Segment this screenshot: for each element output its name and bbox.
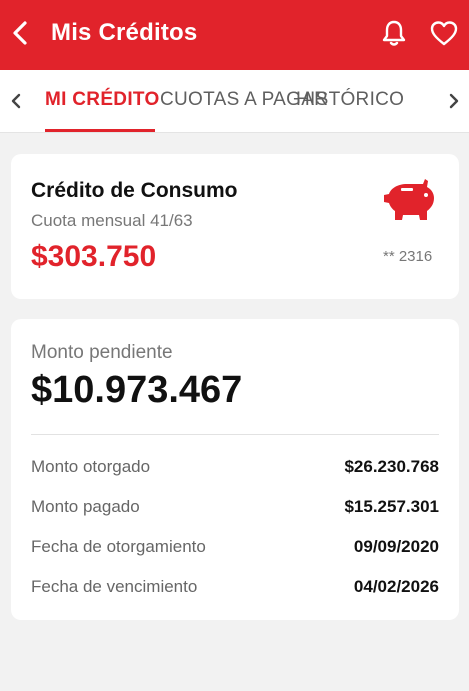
row-label: Monto pagado (31, 497, 140, 516)
active-tab-indicator (45, 129, 155, 132)
summary-row-due-date: Fecha de vencimiento 04/02/2026 (31, 577, 439, 601)
account-number: ** 2316 (383, 248, 433, 265)
row-label: Fecha de otorgamiento (31, 537, 206, 556)
row-value: 09/09/2020 (353, 537, 439, 556)
heart-icon[interactable] (429, 19, 459, 47)
chevron-right-icon[interactable] (444, 90, 464, 112)
tab-historico[interactable]: HISTÓRICO (296, 89, 404, 111)
row-value: $26.230.768 (344, 457, 439, 476)
summary-row-paid: Monto pagado $15.257.301 (31, 497, 439, 521)
row-value: 04/02/2026 (353, 577, 439, 596)
installment-amount: $303.750 (31, 240, 157, 273)
pending-amount: $10.973.467 (31, 369, 243, 411)
row-label: Monto otorgado (31, 457, 151, 476)
bell-icon[interactable] (380, 19, 408, 47)
summary-card: Monto pendiente $10.973.467 Monto otorga… (11, 319, 459, 620)
installment-text: Cuota mensual 41/63 (31, 211, 193, 230)
chevron-left-icon[interactable] (8, 18, 32, 48)
chevron-left-icon[interactable] (6, 90, 26, 112)
tab-mi-credito[interactable]: MI CRÉDITO (45, 89, 160, 111)
divider (31, 434, 439, 435)
piggy-bank-icon (383, 178, 435, 226)
row-value: $15.257.301 (344, 497, 439, 516)
app-bar: Mis Créditos (0, 0, 469, 70)
summary-row-granted: Monto otorgado $26.230.768 (31, 457, 439, 481)
summary-row-grant-date: Fecha de otorgamiento 09/09/2020 (31, 537, 439, 561)
page-title: Mis Créditos (51, 19, 198, 46)
row-label: Fecha de vencimiento (31, 577, 198, 596)
tab-bar: MI CRÉDITO CUOTAS A PAGAR HISTÓRICO (0, 70, 469, 133)
credit-card[interactable]: Crédito de Consumo Cuota mensual 41/63 $… (11, 154, 459, 299)
credit-title: Crédito de Consumo (31, 179, 238, 202)
pending-label: Monto pendiente (31, 342, 173, 363)
